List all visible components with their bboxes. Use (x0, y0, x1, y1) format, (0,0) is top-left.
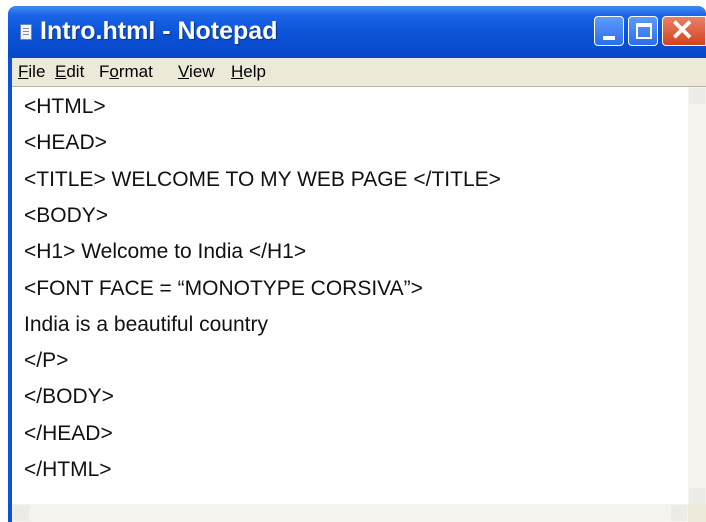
text-line: </P> (24, 349, 69, 372)
menu-help[interactable]: Help (231, 62, 266, 82)
text-line: <BODY> (24, 204, 109, 227)
text-line: <HTML> (24, 95, 106, 118)
text-line: </HTML> (24, 458, 112, 481)
close-button[interactable]: ✕ (662, 15, 706, 47)
menu-file[interactable]: File (18, 62, 45, 82)
menu-edit[interactable]: Edit (55, 62, 84, 82)
scroll-left-arrow-icon[interactable] (13, 505, 29, 521)
scroll-down-arrow-icon[interactable] (689, 488, 705, 504)
text-line: <H1> Welcome to India </H1> (24, 240, 307, 263)
text-line: <TITLE> WELCOME TO MY WEB PAGE </TITLE> (24, 168, 501, 191)
title-bar[interactable]: Intro.html - Notepad ✕ (8, 6, 706, 58)
text-line: </HEAD> (24, 422, 113, 445)
text-line: <FONT FACE = “MONOTYPE CORSIVA”> (24, 277, 423, 300)
scroll-up-arrow-icon[interactable] (689, 88, 705, 104)
notepad-window: Intro.html - Notepad ✕ File Edit Format … (8, 6, 706, 522)
text-line: India is a beautiful country (24, 313, 268, 336)
vertical-scrollbar[interactable] (688, 87, 706, 505)
maximize-button[interactable] (628, 16, 658, 46)
minimize-button[interactable] (594, 16, 624, 46)
scroll-right-arrow-icon[interactable] (671, 505, 687, 521)
text-line: </BODY> (24, 385, 114, 408)
resize-grip-icon[interactable] (688, 504, 706, 522)
close-icon: ✕ (670, 15, 695, 47)
text-line: <HEAD> (24, 131, 107, 154)
horizontal-scrollbar[interactable] (12, 504, 688, 522)
minimize-icon (603, 36, 615, 40)
notepad-icon[interactable] (20, 24, 32, 40)
menu-bar: File Edit Format View Help (12, 58, 706, 86)
maximize-icon (636, 23, 652, 39)
window-title: Intro.html - Notepad (40, 17, 278, 45)
menu-format[interactable]: Format (99, 62, 153, 82)
text-editor[interactable]: <HTML> <HEAD> <TITLE> WELCOME TO MY WEB … (12, 86, 706, 522)
menu-view[interactable]: View (178, 62, 215, 82)
